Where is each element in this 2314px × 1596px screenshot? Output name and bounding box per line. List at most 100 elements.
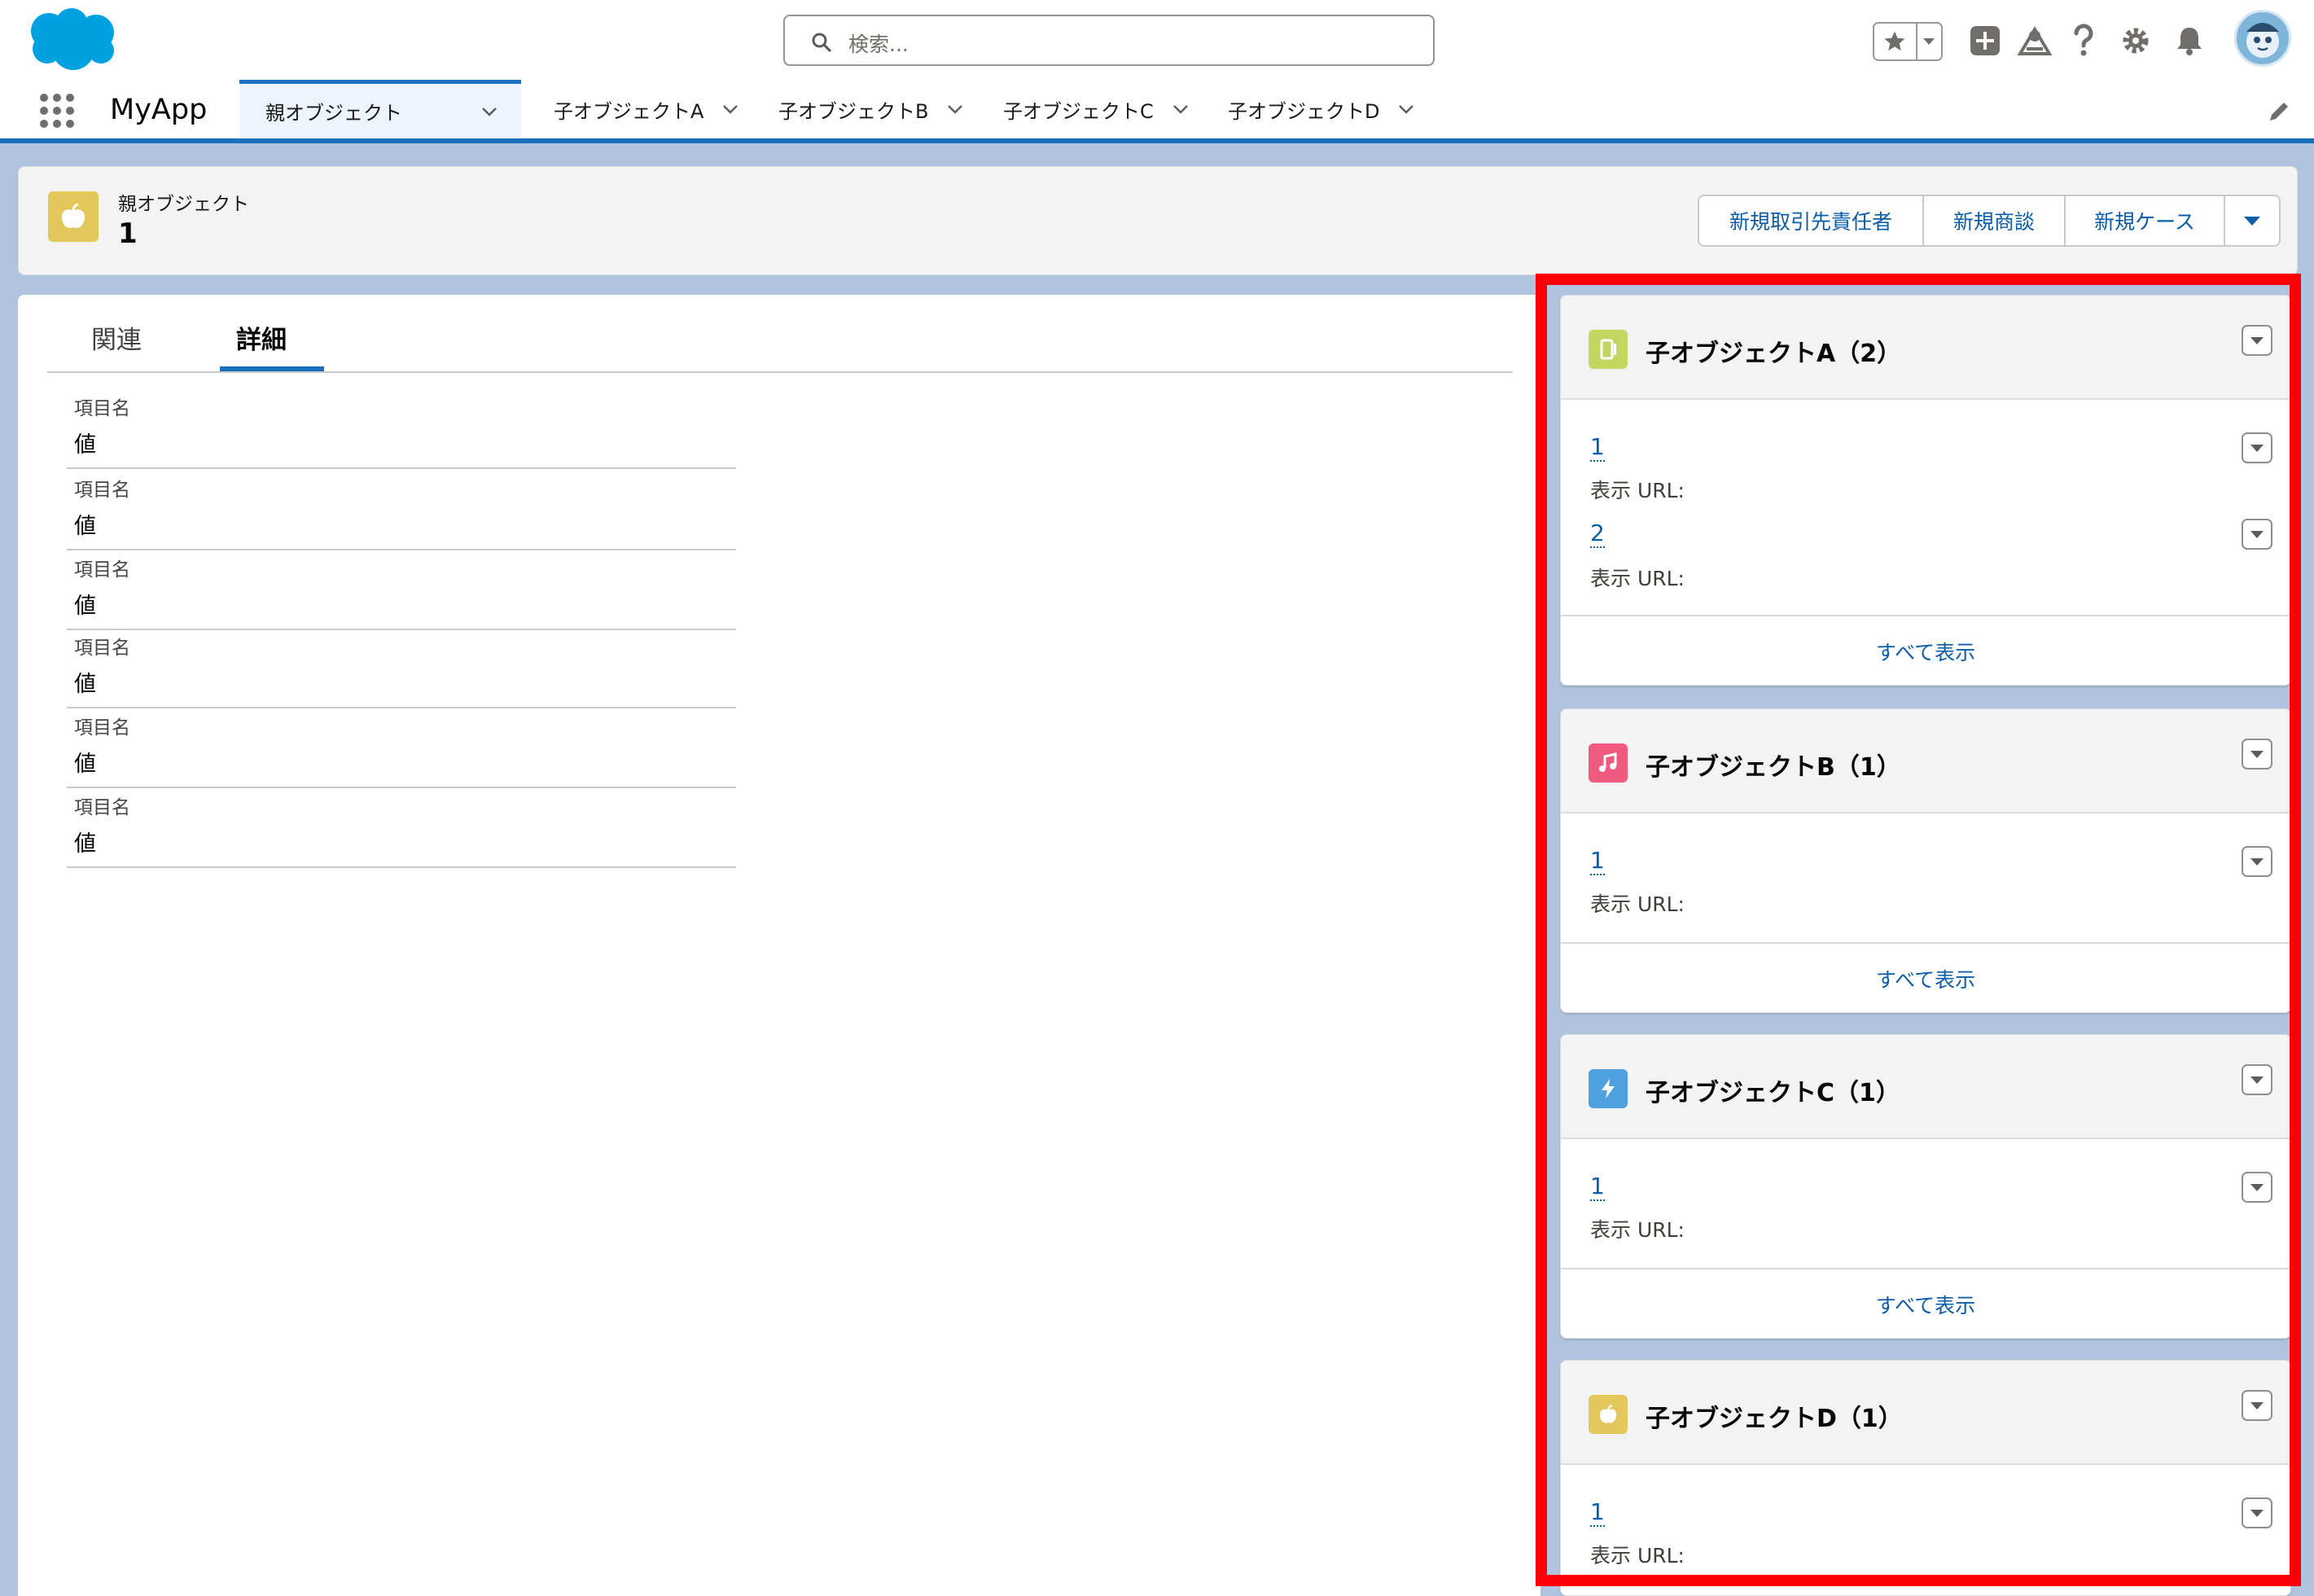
related-list-child-a: 子オブジェクトA（2） 1 表示 URL: 2 表示 URL: すべて表示 bbox=[1560, 295, 2291, 686]
gear-icon[interactable] bbox=[2119, 18, 2153, 64]
record-header: 親オブジェクト 1 新規取引先責任者 新規商談 新規ケース bbox=[18, 166, 2298, 275]
related-record-url-label: 表示 URL: bbox=[1590, 567, 1685, 590]
view-all-link[interactable]: すべて表示 bbox=[1876, 637, 1975, 666]
related-list-title[interactable]: 子オブジェクトA（2） bbox=[1646, 333, 1901, 369]
favorites-button-group[interactable] bbox=[1873, 22, 1943, 61]
row-action-button[interactable] bbox=[2242, 519, 2272, 550]
search-input[interactable]: 検索... bbox=[783, 15, 1435, 66]
more-actions-button[interactable] bbox=[2225, 196, 2279, 245]
chevron-down-icon[interactable] bbox=[721, 100, 739, 118]
detail-field: 項目名 値 bbox=[67, 788, 736, 868]
field-value: 値 bbox=[74, 594, 96, 619]
related-list-footer: すべて表示 bbox=[1561, 615, 2290, 685]
record-detail-card: 関連 詳細 項目名 値 項目名 値 項目名 値 項目名 値 項目名 値 項目名 … bbox=[18, 295, 1540, 1596]
caret-down-icon bbox=[2250, 751, 2264, 758]
record-action-button-group: 新規取引先責任者 新規商談 新規ケース bbox=[1698, 195, 2281, 247]
music-note-icon bbox=[1589, 743, 1628, 783]
related-list-menu-button[interactable] bbox=[2242, 739, 2272, 770]
related-list-header: 子オブジェクトC（1） bbox=[1561, 1035, 2290, 1139]
caret-down-icon bbox=[2250, 1076, 2264, 1084]
related-list-footer: すべて表示 bbox=[1561, 942, 2290, 1012]
related-list-title[interactable]: 子オブジェクトB（1） bbox=[1646, 747, 1901, 783]
view-all-link[interactable]: すべて表示 bbox=[1876, 1290, 1975, 1319]
caret-down-icon bbox=[2250, 445, 2264, 452]
nav-tab-child-a[interactable]: 子オブジェクトA bbox=[554, 80, 739, 138]
field-value: 値 bbox=[74, 752, 96, 777]
app-launcher-icon[interactable] bbox=[37, 91, 77, 130]
caret-down-icon bbox=[2244, 217, 2260, 226]
related-record-link[interactable]: 2 bbox=[1590, 520, 1605, 548]
field-value: 値 bbox=[74, 514, 96, 539]
chevron-down-icon[interactable] bbox=[480, 103, 498, 121]
nav-tab-child-c[interactable]: 子オブジェクトC bbox=[1003, 80, 1190, 138]
global-header: 検索... bbox=[0, 0, 2314, 80]
trailhead-icon[interactable] bbox=[2014, 18, 2055, 64]
related-record-link[interactable]: 1 bbox=[1590, 1173, 1605, 1201]
related-record-link[interactable]: 1 bbox=[1590, 1499, 1605, 1527]
row-action-button[interactable] bbox=[2242, 846, 2272, 877]
related-record-link[interactable]: 1 bbox=[1590, 848, 1605, 875]
new-case-button[interactable]: 新規ケース bbox=[2066, 196, 2225, 245]
search-placeholder: 検索... bbox=[848, 33, 909, 56]
app-navigation-bar: MyApp 親オブジェクト 子オブジェクトA 子オブジェクトB 子オブジェクトC… bbox=[0, 80, 2314, 143]
tab-related[interactable]: 関連 bbox=[91, 319, 142, 356]
active-tab-indicator bbox=[220, 366, 324, 371]
field-value: 値 bbox=[74, 831, 96, 857]
related-list-header: 子オブジェクトA（2） bbox=[1561, 296, 2290, 400]
plus-icon[interactable] bbox=[1966, 18, 2005, 64]
field-label: 項目名 bbox=[74, 559, 130, 581]
nav-tab-label: 親オブジェクト bbox=[265, 102, 402, 125]
help-icon[interactable] bbox=[2066, 18, 2101, 64]
apple-icon bbox=[48, 191, 99, 242]
lightning-icon bbox=[1589, 1069, 1628, 1108]
record-tabset: 関連 詳細 bbox=[47, 295, 1513, 373]
edit-pencil-icon[interactable] bbox=[2267, 99, 2291, 124]
new-contact-button[interactable]: 新規取引先責任者 bbox=[1699, 196, 1924, 245]
nav-tab-child-b[interactable]: 子オブジェクトB bbox=[778, 80, 964, 138]
view-all-link[interactable]: すべて表示 bbox=[1876, 964, 1975, 993]
record-name: 1 bbox=[118, 217, 138, 250]
related-list-child-c: 子オブジェクトC（1） 1 表示 URL: すべて表示 bbox=[1560, 1034, 2291, 1339]
chevron-down-icon[interactable] bbox=[1172, 100, 1190, 118]
chevron-down-icon[interactable] bbox=[946, 100, 964, 118]
record-type-label: 親オブジェクト bbox=[118, 194, 249, 215]
chevron-down-icon[interactable] bbox=[1397, 100, 1415, 118]
row-action-button[interactable] bbox=[2242, 432, 2272, 463]
related-list-title[interactable]: 子オブジェクトC（1） bbox=[1646, 1072, 1900, 1108]
related-list-menu-button[interactable] bbox=[2242, 1064, 2272, 1095]
app-name: MyApp bbox=[110, 94, 208, 126]
chevron-down-icon[interactable] bbox=[1917, 24, 1941, 59]
caret-down-icon bbox=[2250, 337, 2264, 344]
caret-down-icon bbox=[2250, 531, 2264, 538]
field-label: 項目名 bbox=[74, 480, 130, 501]
field-label: 項目名 bbox=[74, 398, 130, 419]
caret-down-icon bbox=[2250, 1184, 2264, 1191]
related-list-menu-button[interactable] bbox=[2242, 1390, 2272, 1421]
related-record-url-label: 表示 URL: bbox=[1590, 479, 1685, 502]
nav-tab-parent-object[interactable]: 親オブジェクト bbox=[239, 80, 521, 138]
related-list-child-b: 子オブジェクトB（1） 1 表示 URL: すべて表示 bbox=[1560, 708, 2291, 1013]
bell-icon[interactable] bbox=[2172, 18, 2207, 64]
related-list-header: 子オブジェクトB（1） bbox=[1561, 709, 2290, 813]
star-icon[interactable] bbox=[1874, 24, 1916, 59]
related-record-link[interactable]: 1 bbox=[1590, 434, 1605, 462]
avatar[interactable] bbox=[2234, 10, 2291, 67]
caret-down-icon bbox=[2250, 1402, 2264, 1410]
tab-details[interactable]: 詳細 bbox=[236, 319, 287, 356]
detail-field: 項目名 値 bbox=[67, 550, 736, 630]
row-action-button[interactable] bbox=[2242, 1172, 2272, 1203]
related-list-title[interactable]: 子オブジェクトD（1） bbox=[1646, 1398, 1903, 1434]
related-list-child-d: 子オブジェクトD（1） 1 表示 URL: bbox=[1560, 1360, 2291, 1596]
related-record-url-label: 表示 URL: bbox=[1590, 892, 1685, 916]
nav-tab-child-d[interactable]: 子オブジェクトD bbox=[1228, 80, 1415, 138]
related-list-menu-button[interactable] bbox=[2242, 325, 2272, 356]
new-opportunity-button[interactable]: 新規商談 bbox=[1924, 196, 2066, 245]
field-label: 項目名 bbox=[74, 797, 130, 818]
field-label: 項目名 bbox=[74, 638, 130, 659]
related-list-footer: すべて表示 bbox=[1561, 1268, 2290, 1338]
caret-down-icon bbox=[2250, 858, 2264, 866]
row-action-button[interactable] bbox=[2242, 1497, 2272, 1528]
salesforce-cloud-logo[interactable] bbox=[24, 7, 122, 75]
nav-tab-label: 子オブジェクトA bbox=[554, 99, 704, 123]
nav-tab-label: 子オブジェクトB bbox=[778, 99, 929, 123]
